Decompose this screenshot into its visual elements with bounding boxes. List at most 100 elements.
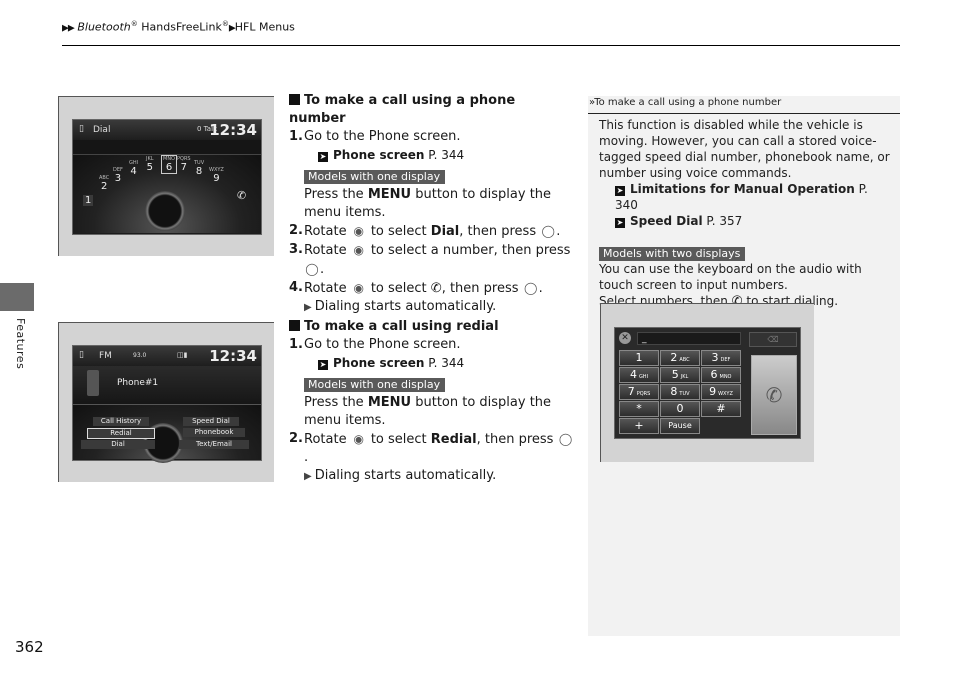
menu-item-speed-dial: Speed Dial — [183, 417, 239, 426]
dial-digit: GHI 4 — [129, 160, 139, 177]
keypad-key: + — [619, 418, 659, 434]
header-rule — [62, 45, 900, 46]
models-badge: Models with two displays — [599, 247, 746, 261]
clear-all-icon: ✕ — [619, 332, 631, 344]
dial-screen-title: Dial — [93, 125, 111, 135]
menu-item-redial-selected: Redial — [87, 428, 155, 439]
audio-source: FM — [99, 351, 112, 361]
keypad-screen: ✕ _ ⌫ ✆ 1 2 ABC 3 DEF 4 GHI 5 JKL 6 MNO 7 PQRS 8 TUV 9 W… — [614, 327, 801, 439]
square-bullet-icon — [289, 94, 300, 105]
dial-digit: JKL 5 — [146, 156, 154, 173]
battery-signal-icon: ◫▮ — [177, 351, 188, 359]
note-body-text-2: You can use the keyboard on the audio wi… — [599, 262, 862, 292]
dial-screen: ▯ Dial 0 Talk 12:34 1 ABC 2 DEF 3 GHI 4 JKL… — [72, 119, 262, 235]
figure-dial-screen: ▯ Dial 0 Talk 12:34 1 ABC 2 DEF 3 GHI 4 JKL… — [58, 96, 274, 256]
models-badge: Models with one display — [304, 378, 446, 392]
interface-dial-icon: ◉ — [353, 432, 364, 446]
phone-info-area: Phone#1 — [73, 366, 261, 405]
dial-digit: DEF 3 — [113, 167, 123, 184]
keypad-key: 2 ABC — [660, 350, 700, 366]
keypad-key: * — [619, 401, 659, 417]
reference-link[interactable]: ➤ Speed Dial P. 357 — [599, 213, 890, 229]
models-badge: Models with one display — [304, 170, 446, 184]
note-body-text: This function is disabled while the vehi… — [599, 118, 890, 180]
step-4: 4. Rotate ◉ to select ✆, then press ◯. — [289, 280, 543, 296]
menu-item-phonebook: Phonebook — [183, 428, 245, 437]
keypad-key: 7 PQRS — [619, 384, 659, 400]
phone-menu-header: ▯ FM 93.0 ◫▮ 12:34 — [73, 346, 261, 366]
audio-frequency: 93.0 — [133, 352, 147, 359]
keypad-key: 1 — [619, 350, 659, 366]
breadcrumb-arrows-icon: ▶▶ — [62, 23, 75, 34]
selector-press-icon: ◯ — [541, 224, 555, 238]
dial-digit: TUV 8 — [194, 160, 205, 177]
dial-digit: ABC 2 — [99, 175, 110, 192]
dial-digit-selected: MNO 6 — [161, 155, 177, 174]
reference-arrow-icon: ➤ — [615, 186, 625, 196]
menu-item-call-history: Call History — [93, 417, 149, 426]
breadcrumb-hfl-menus: HFL Menus — [234, 20, 295, 34]
breadcrumb-bluetooth: Bluetooth — [77, 20, 131, 34]
reference-arrow-icon: ➤ — [318, 152, 328, 162]
reference-link[interactable]: ➤ Limitations for Manual Operation P. 340 — [599, 181, 890, 213]
phone-name: Phone#1 — [117, 378, 159, 388]
keypad-key: # — [701, 401, 741, 417]
keypad-key: 0 — [660, 401, 700, 417]
selector-press-icon: ◯ — [523, 281, 538, 295]
reference-arrow-icon: ➤ — [318, 360, 328, 370]
selector-press-icon: ◯ — [558, 432, 573, 446]
phone-menu-clock: 12:34 — [209, 347, 257, 365]
square-bullet-icon — [289, 320, 300, 331]
keypad-key: 9 WXYZ — [701, 384, 741, 400]
mobile-phone-icon — [87, 370, 99, 396]
keypad-key: 8 TUV — [660, 384, 700, 400]
dial-screen-clock: 12:34 — [209, 121, 257, 139]
section-heading: To make a call using a phone number — [289, 93, 516, 126]
side-tab-marker — [0, 283, 34, 311]
step-3: 3. Rotate ◉ to select a number, then pres… — [289, 242, 571, 277]
handset-icon: ✆ — [430, 281, 442, 296]
dial-screen-header: ▯ Dial 0 Talk 12:34 — [73, 120, 261, 140]
page-number: 362 — [15, 638, 44, 656]
registered-mark: ® — [221, 20, 229, 28]
phone-status-icon: ▯ — [79, 350, 84, 360]
section-heading: To make a call using redial — [289, 318, 574, 336]
section-redial: To make a call using redial 1. Go to the … — [289, 318, 574, 486]
menu-item-text-email: Text/Email — [179, 440, 249, 449]
interface-dial-icon: ◉ — [353, 281, 364, 295]
keypad-key: 3 DEF — [701, 350, 741, 366]
step-1: 1. Go to the Phone screen. — [289, 129, 461, 144]
section-phone-number: To make a call using a phone number 1. Go… — [289, 92, 574, 317]
number-input: _ — [637, 332, 741, 345]
dial-digit: PQRS 7 — [177, 156, 191, 173]
figure-phone-menu: ▯ FM 93.0 ◫▮ 12:34 Phone#1 Call History … — [58, 322, 274, 482]
dial-screen-bar — [73, 140, 261, 155]
phone-menu-wheel: Call History Speed Dial Redial Phonebook… — [73, 405, 261, 463]
result-text: Dialing starts automatically. — [289, 298, 574, 317]
keypad-key: 4 GHI — [619, 367, 659, 383]
keypad-key: 5 JKL — [660, 367, 700, 383]
registered-mark: ® — [130, 20, 138, 28]
step-2: 2. Rotate ◉ to select Dial, then press ◯. — [289, 223, 561, 239]
press-menu-text: Press the MENU button to display the men… — [304, 187, 552, 220]
breadcrumb: ▶▶ Bluetooth® HandsFreeLink®▶HFL Menus — [62, 20, 295, 34]
handset-icon: ✆ — [237, 189, 247, 202]
interface-dial-icon: ◉ — [353, 224, 364, 238]
phone-menu-screen: ▯ FM 93.0 ◫▮ 12:34 Phone#1 Call History … — [72, 345, 262, 463]
reference-link[interactable]: ➤ Phone screen P. 344 — [289, 146, 574, 164]
interface-dial-icon: ◉ — [353, 243, 364, 257]
breadcrumb-hfl: HandsFreeLink — [137, 20, 222, 34]
selector-press-icon: ◯ — [305, 262, 319, 276]
reference-link[interactable]: ➤ Phone screen P. 344 — [289, 354, 574, 372]
dial-wheel: 1 ABC 2 DEF 3 GHI 4 JKL 5 MNO 6 PQRS 7 TUV 8 WX… — [73, 155, 261, 233]
step-1: 1. Go to the Phone screen. — [289, 337, 461, 352]
side-tab-label: Features — [14, 318, 27, 370]
keypad-key: 6 MNO — [701, 367, 741, 383]
call-button: ✆ — [751, 355, 797, 435]
reference-arrow-icon: ➤ — [615, 218, 625, 228]
step-2: 2. Rotate ◉ to select Redial, then press … — [289, 431, 573, 465]
menu-item-dial: Dial — [81, 440, 155, 449]
backspace-icon: ⌫ — [749, 332, 797, 347]
result-text: Dialing starts automatically. — [289, 467, 574, 486]
dial-knob — [145, 191, 185, 231]
